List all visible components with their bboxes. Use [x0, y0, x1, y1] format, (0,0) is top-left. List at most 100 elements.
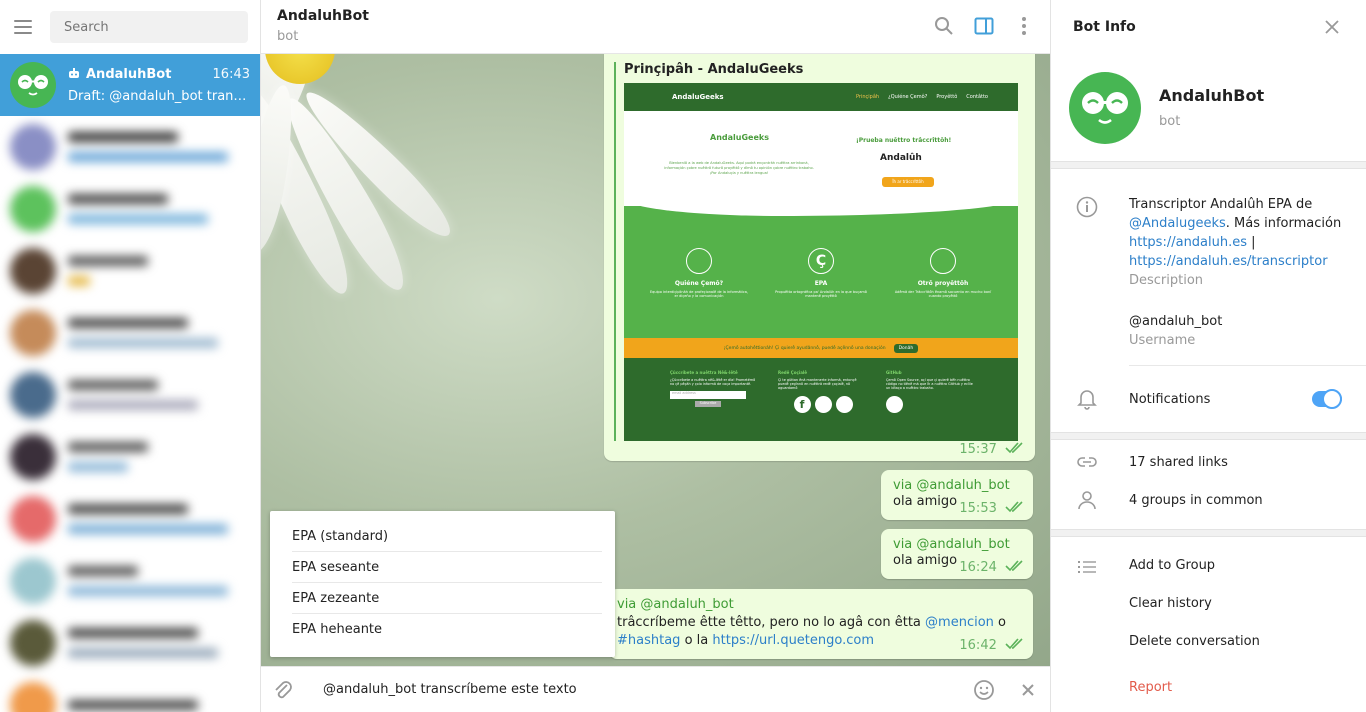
- list-icon: [1075, 555, 1099, 579]
- description-mention-link[interactable]: @Andalugeeks: [1129, 216, 1226, 231]
- description-row: Transcriptor Andalûh EPA de @Andalugeeks…: [1051, 195, 1366, 288]
- feature-title: EPA: [814, 280, 828, 287]
- inline-result-item[interactable]: EPA zezeante: [292, 583, 602, 614]
- via-bot-label[interactable]: via @andaluh_bot: [617, 596, 1025, 614]
- message-text-part: o la: [684, 633, 709, 648]
- chat-item-blurred[interactable]: [0, 550, 260, 612]
- chat-item-blurred[interactable]: [0, 116, 260, 178]
- preview-site-title[interactable]: Prinçipâh - AndaluGeeks: [624, 62, 1023, 77]
- bot-name: AndaluhBot: [1159, 86, 1265, 105]
- avatar: [10, 620, 56, 666]
- preview-image[interactable]: AndaluGeeks Prinçipâh ¿Quiéne Çemô? Proy…: [624, 83, 1018, 441]
- telegram-window: AndaluhBot 16:43 Draft: @andaluh_bot tra…: [0, 0, 1366, 712]
- emoji-icon[interactable]: [972, 678, 996, 702]
- chat-list-sidebar: AndaluhBot 16:43 Draft: @andaluh_bot tra…: [0, 0, 261, 712]
- avatar[interactable]: [1069, 71, 1141, 144]
- chat-name: AndaluhBot: [86, 66, 172, 82]
- chat-item-blurred[interactable]: [0, 302, 260, 364]
- read-checkmarks-icon: [1005, 560, 1023, 572]
- info-title: Bot Info: [1073, 19, 1136, 35]
- hero-text: Bienbeníô a la web de AndaluGeeks. Aquí …: [664, 161, 814, 175]
- read-checkmarks-icon: [1005, 442, 1023, 454]
- cta-title: ¡Prueba nuêttro trâccrîttôh!: [856, 137, 952, 144]
- add-to-group-button[interactable]: Add to Group: [1129, 547, 1366, 585]
- groups-in-common-row[interactable]: 4 groups in common: [1051, 481, 1366, 519]
- inline-result-item[interactable]: EPA seseante: [292, 552, 602, 583]
- username-row[interactable]: @andaluh_bot Username: [1051, 312, 1366, 348]
- notifications-toggle[interactable]: [1312, 389, 1342, 409]
- avatar: [10, 496, 56, 542]
- avatar: [10, 372, 56, 418]
- menu-icon[interactable]: [14, 14, 36, 40]
- message-bubble[interactable]: via @andaluh_bot ola amigo 15:53: [881, 470, 1033, 520]
- inline-result-item[interactable]: EPA heheante: [292, 614, 602, 645]
- chat-item-blurred[interactable]: [0, 178, 260, 240]
- avatar: [10, 62, 56, 108]
- person-icon: [1075, 488, 1099, 512]
- notifications-row[interactable]: Notifications: [1051, 366, 1366, 432]
- hero-logo: AndaluGeeks: [710, 133, 769, 142]
- chat-item-blurred[interactable]: [0, 364, 260, 426]
- mention-link[interactable]: @mencion: [925, 615, 994, 630]
- delete-conversation-button[interactable]: Delete conversation: [1129, 623, 1366, 661]
- footer-title: Redê Çoçialê: [778, 370, 807, 375]
- twitter-icon: [835, 396, 853, 413]
- message-composer: [261, 666, 1050, 712]
- chat-item-blurred[interactable]: [0, 612, 260, 674]
- section-divider: [1051, 432, 1366, 440]
- donate-button: Donâh: [893, 343, 919, 353]
- bot-info-panel: Bot Info AndaluhBot bot Transcriptor And…: [1050, 0, 1366, 712]
- message-input[interactable]: [295, 682, 972, 697]
- clear-history-button[interactable]: Clear history: [1129, 585, 1366, 623]
- chat-item-blurred[interactable]: [0, 488, 260, 550]
- chat-item-andaluhbot[interactable]: AndaluhBot 16:43 Draft: @andaluh_bot tra…: [0, 54, 260, 116]
- avatar: [10, 124, 56, 170]
- via-bot-label[interactable]: via @andaluh_bot: [893, 537, 1021, 552]
- message-bubble[interactable]: via @andaluh_bot ola amigo 16:24: [881, 529, 1033, 579]
- message-time: 15:53: [959, 501, 997, 516]
- chat-item-blurred[interactable]: [0, 240, 260, 302]
- message-text-part: o: [998, 615, 1007, 630]
- cancel-icon[interactable]: [1016, 678, 1040, 702]
- section-divider: [1051, 161, 1366, 169]
- feature-text: Equipo interdiçiplinâh de profeçionalê d…: [649, 290, 749, 298]
- bell-icon: [1075, 387, 1099, 411]
- search-icon[interactable]: [932, 14, 956, 38]
- feature-title: Otrô proyêttôh: [917, 280, 969, 287]
- report-button[interactable]: Report: [1129, 669, 1366, 707]
- chat-time: 16:43: [212, 66, 250, 82]
- description-url-link[interactable]: https://andaluh.es: [1129, 235, 1247, 250]
- attach-icon[interactable]: [271, 678, 295, 702]
- username-value: @andaluh_bot: [1129, 314, 1223, 329]
- instagram-icon: [814, 396, 832, 413]
- description-part: . Más información: [1225, 216, 1342, 231]
- close-icon[interactable]: [1320, 15, 1344, 39]
- shared-links-row[interactable]: 17 shared links: [1051, 443, 1366, 481]
- footer-title: Çûccríbete a nuêttra Nê&-lêtê: [670, 370, 738, 375]
- sidebar-toggle-icon[interactable]: [972, 14, 996, 38]
- link-preview-message[interactable]: Prinçipâh - AndaluGeeks AndaluGeeks Prin…: [604, 54, 1035, 461]
- message-bubble[interactable]: via @andaluh_bot trâccríbeme êtte têtto,…: [609, 589, 1033, 659]
- via-bot-label[interactable]: via @andaluh_bot: [893, 478, 1021, 493]
- search-input[interactable]: [50, 11, 248, 43]
- description-label: Description: [1129, 273, 1204, 288]
- feature-text: Adêmâ der Trâccrîttôh ênamô socuento en …: [894, 290, 992, 298]
- inline-result-item[interactable]: EPA (standard): [292, 521, 602, 552]
- chat-item-blurred[interactable]: [0, 426, 260, 488]
- description-part: Transcriptor Andalûh EPA de: [1129, 197, 1313, 212]
- chat-item-blurred[interactable]: [0, 674, 260, 712]
- link-icon: [1075, 450, 1099, 474]
- hashtag-link[interactable]: #hashtag: [617, 633, 680, 648]
- description-url-link[interactable]: https://andaluh.es/transcriptor: [1129, 254, 1328, 269]
- more-options-icon[interactable]: [1012, 14, 1036, 38]
- info-header: Bot Info: [1051, 0, 1366, 54]
- url-link[interactable]: https://url.quetengo.com: [712, 633, 874, 648]
- cta-button: Îh ar trâccrîttôh: [882, 177, 934, 187]
- notifications-label: Notifications: [1129, 391, 1211, 407]
- bot-icon: [69, 67, 79, 78]
- avatar: [10, 558, 56, 604]
- sidebar-top-bar: [0, 0, 260, 54]
- section-divider: [1051, 529, 1366, 537]
- site-logo: AndaluGeeks: [672, 93, 724, 101]
- avatar: [10, 434, 56, 480]
